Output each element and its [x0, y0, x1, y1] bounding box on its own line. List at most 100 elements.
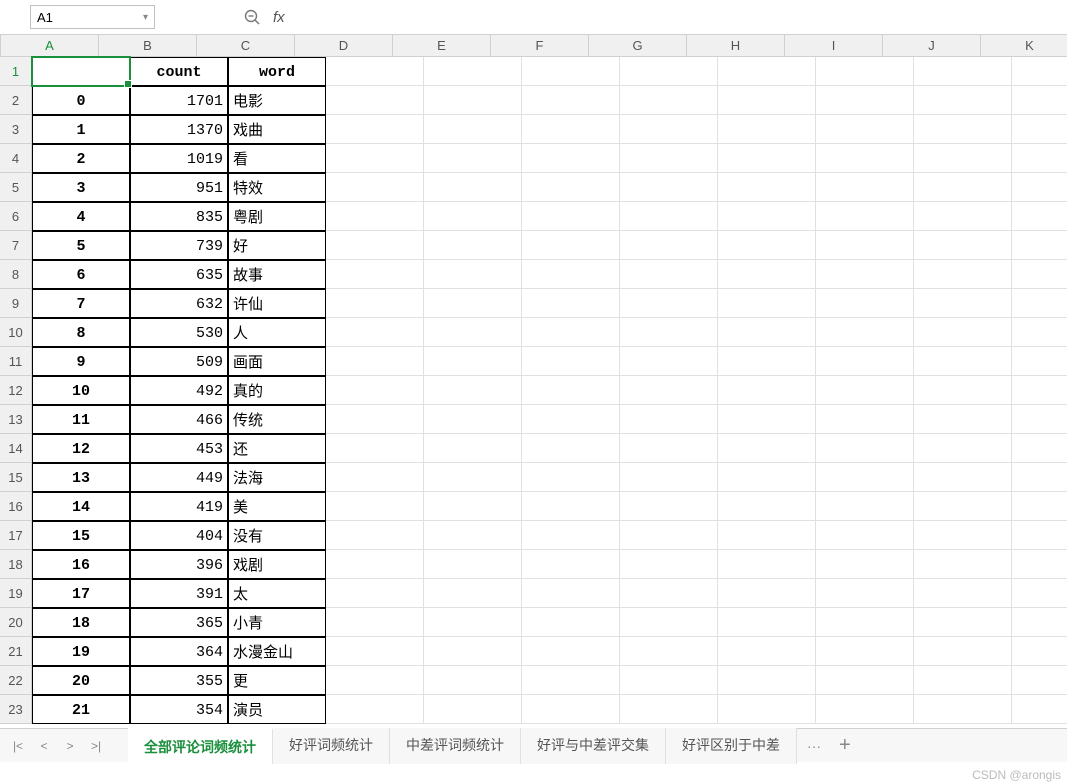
- sheet-tabs-more-icon[interactable]: ···: [797, 731, 831, 761]
- cell-a19[interactable]: 17: [32, 579, 130, 608]
- cell-g3[interactable]: [620, 115, 718, 144]
- cell-k2[interactable]: [1012, 86, 1067, 115]
- cell-e13[interactable]: [424, 405, 522, 434]
- cell-g9[interactable]: [620, 289, 718, 318]
- cell-k22[interactable]: [1012, 666, 1067, 695]
- cell-i7[interactable]: [816, 231, 914, 260]
- cell-k17[interactable]: [1012, 521, 1067, 550]
- cell-a20[interactable]: 18: [32, 608, 130, 637]
- row-header[interactable]: 7: [0, 231, 32, 260]
- cell-e19[interactable]: [424, 579, 522, 608]
- column-header-f[interactable]: F: [491, 35, 589, 56]
- cell-g12[interactable]: [620, 376, 718, 405]
- cell-a3[interactable]: 1: [32, 115, 130, 144]
- cell-h15[interactable]: [718, 463, 816, 492]
- cell-k4[interactable]: [1012, 144, 1067, 173]
- cell-e21[interactable]: [424, 637, 522, 666]
- cell-a18[interactable]: 16: [32, 550, 130, 579]
- column-header-g[interactable]: G: [589, 35, 687, 56]
- cell-b11[interactable]: 509: [130, 347, 228, 376]
- cell-i6[interactable]: [816, 202, 914, 231]
- cell-k8[interactable]: [1012, 260, 1067, 289]
- cell-d14[interactable]: [326, 434, 424, 463]
- cell-c14[interactable]: 还: [228, 434, 326, 463]
- cell-b17[interactable]: 404: [130, 521, 228, 550]
- cell-c13[interactable]: 传统: [228, 405, 326, 434]
- nav-last-icon[interactable]: >|: [84, 734, 108, 758]
- row-header[interactable]: 15: [0, 463, 32, 492]
- cell-d22[interactable]: [326, 666, 424, 695]
- cell-h6[interactable]: [718, 202, 816, 231]
- cell-e6[interactable]: [424, 202, 522, 231]
- row-header[interactable]: 11: [0, 347, 32, 376]
- cell-b20[interactable]: 365: [130, 608, 228, 637]
- cell-c18[interactable]: 戏剧: [228, 550, 326, 579]
- sheet-tab[interactable]: 好评词频统计: [273, 728, 390, 764]
- cell-k21[interactable]: [1012, 637, 1067, 666]
- cell-c10[interactable]: 人: [228, 318, 326, 347]
- cell-e11[interactable]: [424, 347, 522, 376]
- cell-e14[interactable]: [424, 434, 522, 463]
- cell-a4[interactable]: 2: [32, 144, 130, 173]
- cell-e5[interactable]: [424, 173, 522, 202]
- cell-k3[interactable]: [1012, 115, 1067, 144]
- cell-d9[interactable]: [326, 289, 424, 318]
- cell-f16[interactable]: [522, 492, 620, 521]
- cell-d8[interactable]: [326, 260, 424, 289]
- chevron-down-icon[interactable]: ▾: [143, 12, 148, 23]
- cell-i19[interactable]: [816, 579, 914, 608]
- cell-h3[interactable]: [718, 115, 816, 144]
- cell-h19[interactable]: [718, 579, 816, 608]
- cell-c19[interactable]: 太: [228, 579, 326, 608]
- cell-f6[interactable]: [522, 202, 620, 231]
- cell-d6[interactable]: [326, 202, 424, 231]
- sheet-tab[interactable]: 好评与中差评交集: [521, 728, 666, 764]
- cell-g11[interactable]: [620, 347, 718, 376]
- sheet-tab[interactable]: 全部评论词频统计: [128, 728, 273, 764]
- cell-j6[interactable]: [914, 202, 1012, 231]
- cell-f3[interactable]: [522, 115, 620, 144]
- cell-b4[interactable]: 1019: [130, 144, 228, 173]
- cell-f19[interactable]: [522, 579, 620, 608]
- row-header[interactable]: 2: [0, 86, 32, 115]
- cell-d17[interactable]: [326, 521, 424, 550]
- row-header[interactable]: 10: [0, 318, 32, 347]
- cell-g21[interactable]: [620, 637, 718, 666]
- cell-f23[interactable]: [522, 695, 620, 724]
- row-header[interactable]: 8: [0, 260, 32, 289]
- cell-h2[interactable]: [718, 86, 816, 115]
- cell-b22[interactable]: 355: [130, 666, 228, 695]
- cell-f15[interactable]: [522, 463, 620, 492]
- cell-i9[interactable]: [816, 289, 914, 318]
- cell-c12[interactable]: 真的: [228, 376, 326, 405]
- cell-f17[interactable]: [522, 521, 620, 550]
- cell-i22[interactable]: [816, 666, 914, 695]
- cell-a13[interactable]: 11: [32, 405, 130, 434]
- cell-j18[interactable]: [914, 550, 1012, 579]
- cell-i20[interactable]: [816, 608, 914, 637]
- cell-f1[interactable]: [522, 57, 620, 86]
- cell-i23[interactable]: [816, 695, 914, 724]
- cell-b5[interactable]: 951: [130, 173, 228, 202]
- column-header-e[interactable]: E: [393, 35, 491, 56]
- cell-b7[interactable]: 739: [130, 231, 228, 260]
- sheet-tab[interactable]: 中差评词频统计: [390, 728, 521, 764]
- cell-e10[interactable]: [424, 318, 522, 347]
- cell-b9[interactable]: 632: [130, 289, 228, 318]
- cell-j7[interactable]: [914, 231, 1012, 260]
- row-header[interactable]: 12: [0, 376, 32, 405]
- row-header[interactable]: 1: [0, 57, 32, 86]
- cell-f5[interactable]: [522, 173, 620, 202]
- cell-a10[interactable]: 8: [32, 318, 130, 347]
- cell-c1[interactable]: word: [228, 57, 326, 86]
- row-header[interactable]: 21: [0, 637, 32, 666]
- cell-h1[interactable]: [718, 57, 816, 86]
- cell-c15[interactable]: 法海: [228, 463, 326, 492]
- cell-g10[interactable]: [620, 318, 718, 347]
- cell-f11[interactable]: [522, 347, 620, 376]
- cell-h20[interactable]: [718, 608, 816, 637]
- cell-e1[interactable]: [424, 57, 522, 86]
- cell-c3[interactable]: 戏曲: [228, 115, 326, 144]
- cell-f14[interactable]: [522, 434, 620, 463]
- cell-h9[interactable]: [718, 289, 816, 318]
